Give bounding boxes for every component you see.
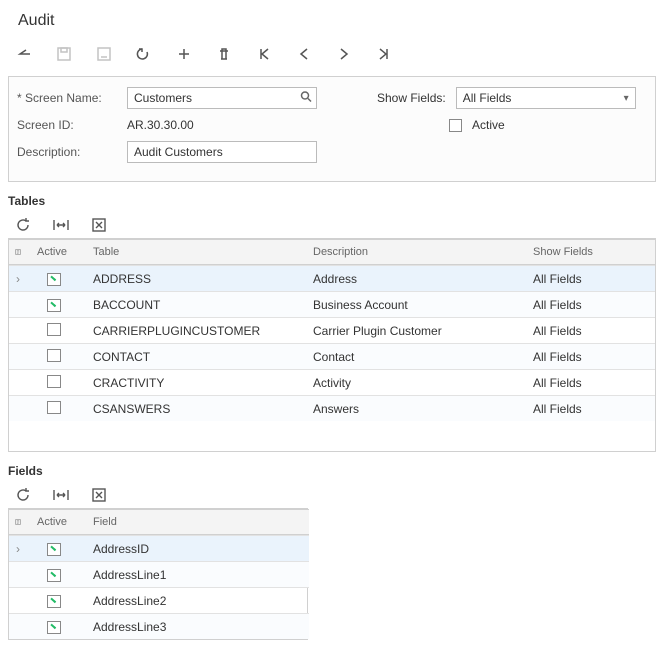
row-field-name: AddressLine3 xyxy=(87,620,307,634)
refresh-icon[interactable] xyxy=(14,216,32,234)
row-table-name: CRACTIVITY xyxy=(87,376,307,390)
tables-grid: Active Table Description Show Fields › AD… xyxy=(8,238,656,452)
col-active[interactable]: Active xyxy=(27,516,87,528)
row-active-checkbox[interactable] xyxy=(47,543,61,556)
active-label: Active xyxy=(472,118,505,132)
last-icon[interactable] xyxy=(374,44,394,64)
row-description: Activity xyxy=(307,376,527,390)
prev-icon[interactable] xyxy=(294,44,314,64)
row-show-fields: All Fields xyxy=(527,402,627,416)
row-field-name: AddressLine2 xyxy=(87,594,307,608)
table-row[interactable]: › ADDRESSAddressAll Fields xyxy=(9,265,655,291)
save-close-icon[interactable] xyxy=(94,44,114,64)
field-row[interactable]: › AddressID xyxy=(9,535,309,561)
row-table-name: ADDRESS xyxy=(87,272,307,286)
table-row[interactable]: CARRIERPLUGINCUSTOMERCarrier Plugin Cust… xyxy=(9,317,655,343)
tables-grid-header: Active Table Description Show Fields xyxy=(9,239,655,265)
description-input[interactable] xyxy=(127,141,317,163)
row-description: Answers xyxy=(307,402,527,416)
export-excel-icon[interactable] xyxy=(90,216,108,234)
row-table-name: CONTACT xyxy=(87,350,307,364)
row-description: Business Account xyxy=(307,298,527,312)
row-field-name: AddressID xyxy=(87,542,307,556)
description-label: Description: xyxy=(17,145,127,159)
row-table-name: CSANSWERS xyxy=(87,402,307,416)
tables-header: Tables xyxy=(8,192,656,210)
row-active-checkbox[interactable] xyxy=(47,595,61,608)
col-table[interactable]: Table xyxy=(87,246,307,258)
col-active[interactable]: Active xyxy=(27,246,87,258)
fields-grid: Active Field › AddressID AddressLine1 Addre… xyxy=(8,508,308,640)
row-indicator-icon: › xyxy=(9,542,27,556)
notes-column-icon[interactable] xyxy=(9,247,27,257)
row-description: Address xyxy=(307,272,527,286)
fields-header: Fields xyxy=(8,462,656,480)
show-fields-select[interactable]: All Fields ▾ xyxy=(456,87,636,109)
show-fields-value: All Fields xyxy=(463,91,512,105)
active-checkbox[interactable] xyxy=(449,119,462,132)
tables-toolbar xyxy=(8,212,656,238)
row-description: Contact xyxy=(307,350,527,364)
row-active-checkbox[interactable] xyxy=(47,299,61,312)
screen-id-value: AR.30.30.00 xyxy=(127,115,317,135)
delete-icon[interactable] xyxy=(214,44,234,64)
next-icon[interactable] xyxy=(334,44,354,64)
col-show-fields[interactable]: Show Fields xyxy=(527,246,627,258)
add-icon[interactable] xyxy=(174,44,194,64)
fields-grid-header: Active Field xyxy=(9,509,309,535)
row-active-checkbox[interactable] xyxy=(47,401,61,414)
fields-toolbar xyxy=(8,482,656,508)
table-row[interactable]: CSANSWERSAnswersAll Fields xyxy=(9,395,655,421)
row-description: Carrier Plugin Customer xyxy=(307,324,527,338)
first-icon[interactable] xyxy=(254,44,274,64)
table-row[interactable]: BACCOUNTBusiness AccountAll Fields xyxy=(9,291,655,317)
col-description[interactable]: Description xyxy=(307,246,527,258)
row-show-fields: All Fields xyxy=(527,298,627,312)
row-show-fields: All Fields xyxy=(527,272,627,286)
row-active-checkbox[interactable] xyxy=(47,375,61,388)
row-show-fields: All Fields xyxy=(527,350,627,364)
field-row[interactable]: AddressLine1 xyxy=(9,561,309,587)
field-row[interactable]: AddressLine3 xyxy=(9,613,309,639)
row-field-name: AddressLine1 xyxy=(87,568,307,582)
export-excel-icon[interactable] xyxy=(90,486,108,504)
row-show-fields: All Fields xyxy=(527,376,627,390)
notes-column-icon[interactable] xyxy=(9,517,27,527)
row-table-name: BACCOUNT xyxy=(87,298,307,312)
main-toolbar xyxy=(0,36,664,72)
table-row[interactable]: CONTACTContactAll Fields xyxy=(9,343,655,369)
form-panel: Screen Name: Show Fields: All Fields ▾ S… xyxy=(8,76,656,182)
show-fields-label: Show Fields: xyxy=(377,91,446,105)
row-active-checkbox[interactable] xyxy=(47,273,61,286)
refresh-icon[interactable] xyxy=(14,486,32,504)
back-icon[interactable] xyxy=(14,44,34,64)
row-active-checkbox[interactable] xyxy=(47,569,61,582)
row-active-checkbox[interactable] xyxy=(47,323,61,336)
row-indicator-icon: › xyxy=(9,272,27,286)
row-active-checkbox[interactable] xyxy=(47,621,61,634)
row-active-checkbox[interactable] xyxy=(47,349,61,362)
undo-icon[interactable] xyxy=(134,44,154,64)
screen-id-label: Screen ID: xyxy=(17,118,127,132)
fit-columns-icon[interactable] xyxy=(52,216,70,234)
fit-columns-icon[interactable] xyxy=(52,486,70,504)
field-row[interactable]: AddressLine2 xyxy=(9,587,309,613)
table-row[interactable]: CRACTIVITYActivityAll Fields xyxy=(9,369,655,395)
row-table-name: CARRIERPLUGINCUSTOMER xyxy=(87,324,307,338)
row-show-fields: All Fields xyxy=(527,324,627,338)
col-field[interactable]: Field xyxy=(87,516,307,528)
page-title: Audit xyxy=(0,0,664,36)
chevron-down-icon: ▾ xyxy=(624,93,629,104)
screen-name-label: Screen Name: xyxy=(17,91,127,105)
screen-name-input[interactable] xyxy=(127,87,317,109)
save-icon[interactable] xyxy=(54,44,74,64)
